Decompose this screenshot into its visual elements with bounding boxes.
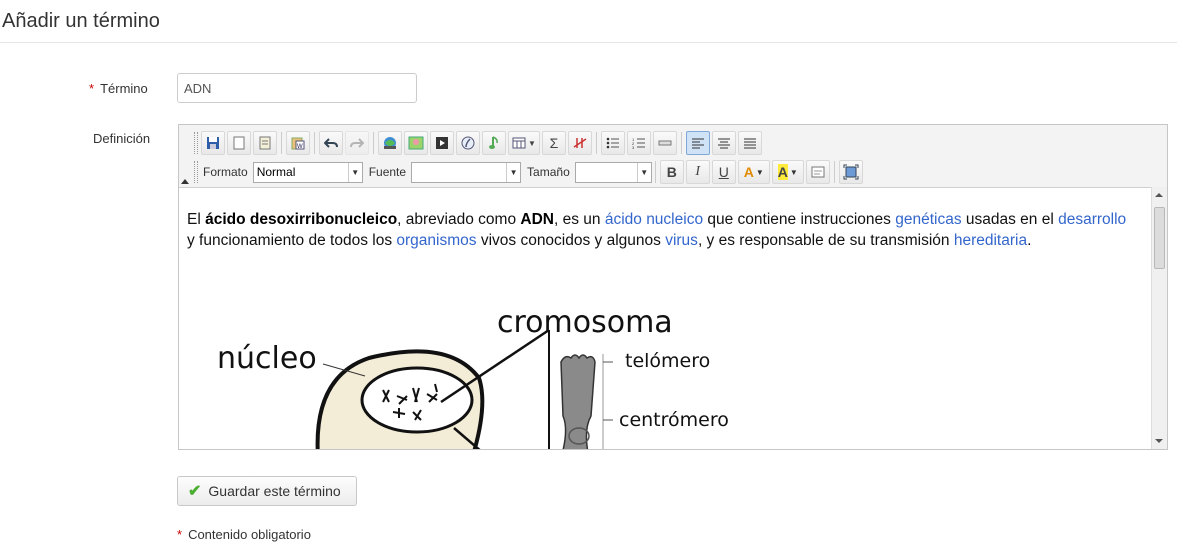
svg-text:W: W (297, 144, 303, 150)
font-select[interactable]: ▼ (411, 161, 522, 183)
term-label-row: * Término (89, 81, 148, 96)
bold-button[interactable]: B (659, 160, 684, 184)
telomere-label: telómero (625, 350, 710, 372)
required-marker: * (89, 81, 95, 96)
save-term-label: Guardar este término (208, 483, 341, 499)
definition-text: El ácido desoxirribonucleico, abreviado … (187, 209, 1137, 251)
toolbar-separator (281, 132, 282, 154)
checkmark-icon: ✔ (188, 483, 202, 500)
save-icon[interactable] (201, 131, 225, 155)
insert-image-icon[interactable] (404, 131, 428, 155)
rich-text-editor: W ▼ Σ 1 2 3 Formato Normal ▼ Fuente ▼ Ta… (178, 124, 1168, 450)
bold-abbreviation: ADN (520, 211, 554, 228)
term-input[interactable] (177, 73, 417, 103)
centromere-label: centrómero (619, 409, 729, 431)
chevron-down-icon[interactable]: ▼ (347, 162, 362, 182)
fullscreen-icon[interactable] (838, 160, 863, 184)
italic-button[interactable]: I (685, 160, 710, 184)
paste-word-icon[interactable]: W (286, 131, 310, 155)
chromosome-diagram: núcleo cromosoma telómero centrómero (217, 305, 729, 449)
insert-audio-icon[interactable] (482, 131, 506, 155)
paste-text-icon[interactable] (253, 131, 277, 155)
text-run: vivos conocidos y algunos (476, 232, 666, 249)
scroll-down-icon[interactable] (1155, 439, 1163, 443)
insert-equation-icon[interactable]: Σ (542, 131, 566, 155)
size-label: Tamaño (527, 165, 570, 179)
title-divider (0, 42, 1177, 43)
definition-label: Definición (93, 131, 151, 146)
font-label: Fuente (368, 165, 407, 179)
underline-button[interactable]: U (711, 160, 736, 184)
highlight-color-button[interactable]: A ▼ (771, 160, 804, 184)
format-value: Normal (256, 165, 296, 179)
align-justify-icon[interactable] (738, 131, 762, 155)
text-run: , abreviado como (397, 211, 521, 228)
text-run: El (187, 211, 206, 228)
toolbar-row-1: W ▼ Σ 1 2 3 (194, 130, 763, 156)
scroll-up-icon[interactable] (1155, 193, 1163, 197)
undo-icon[interactable] (319, 131, 343, 155)
toolbar-separator (833, 161, 835, 183)
svg-text:3: 3 (632, 145, 635, 149)
required-note: * Contenido obligatorio (177, 527, 311, 542)
text-run: , es un (553, 211, 605, 228)
collapse-toolbar-icon[interactable] (181, 179, 189, 184)
link-acido-nucleico[interactable]: ácido nucleico (605, 211, 703, 228)
editor-scrollbar[interactable] (1151, 187, 1167, 449)
nucleus-label: núcleo (217, 341, 317, 376)
redo-icon[interactable] (345, 131, 369, 155)
chevron-down-icon[interactable]: ▼ (636, 162, 651, 182)
text-run: usadas en el (961, 211, 1059, 228)
align-center-icon[interactable] (712, 131, 736, 155)
toolbar-grip[interactable] (194, 161, 198, 183)
toolbar-row-2: Formato Normal ▼ Fuente ▼ Tamaño ▼ B I U… (194, 160, 864, 184)
insert-flash-icon[interactable] (456, 131, 480, 155)
highlight-color-icon: A (777, 164, 788, 180)
toolbar-separator (681, 132, 682, 154)
insert-link-icon[interactable] (378, 131, 402, 155)
size-select[interactable]: ▼ (574, 161, 652, 183)
source-code-icon[interactable] (805, 160, 830, 184)
insert-table-icon[interactable]: ▼ (508, 131, 540, 155)
format-select[interactable]: Normal ▼ (252, 161, 363, 183)
text-run: y funcionamiento de todos los (187, 232, 397, 249)
align-left-icon[interactable] (686, 131, 710, 155)
save-term-button[interactable]: ✔ Guardar este término (177, 476, 357, 506)
toolbar-separator (373, 132, 374, 154)
link-geneticas[interactable]: genéticas (895, 211, 961, 228)
insert-video-icon[interactable] (430, 131, 454, 155)
editor-toolbar: W ▼ Σ 1 2 3 Formato Normal ▼ Fuente ▼ Ta… (179, 125, 1167, 187)
new-document-icon[interactable] (227, 131, 251, 155)
chevron-down-icon[interactable]: ▼ (506, 162, 520, 182)
term-label: Término (100, 81, 148, 96)
text-run: , y es responsable de su transmisión (697, 232, 954, 249)
numbered-list-icon[interactable]: 123 (627, 131, 651, 155)
format-label: Formato (203, 165, 248, 179)
text-run: . (1027, 232, 1032, 249)
chromosome-shape (560, 354, 596, 449)
toolbar-separator (596, 132, 597, 154)
text-color-button[interactable]: A ▼ (737, 160, 770, 184)
text-run: que contiene instrucciones (703, 211, 896, 228)
link-desarrollo[interactable]: desarrollo (1058, 211, 1126, 228)
horizontal-rule-icon[interactable] (653, 131, 677, 155)
required-note-text: Contenido obligatorio (188, 527, 311, 542)
strikethrough-icon[interactable] (568, 131, 592, 155)
text-color-icon: A (743, 164, 754, 180)
required-marker: * (177, 527, 183, 542)
toolbar-grip[interactable] (194, 132, 198, 154)
toolbar-separator (654, 161, 656, 183)
bullet-list-icon[interactable] (601, 131, 625, 155)
link-virus[interactable]: virus (665, 232, 698, 249)
page-title: Añadir un término (2, 10, 160, 32)
chromosome-label: cromosoma (497, 305, 673, 340)
editor-content[interactable]: El ácido desoxirribonucleico, abreviado … (179, 187, 1151, 449)
link-hereditaria[interactable]: hereditaria (954, 232, 1027, 249)
toolbar-separator (314, 132, 315, 154)
scroll-thumb[interactable] (1154, 207, 1165, 269)
link-organismos[interactable]: organismos (396, 232, 476, 249)
bold-term: ácido desoxirribonucleico (205, 211, 398, 228)
